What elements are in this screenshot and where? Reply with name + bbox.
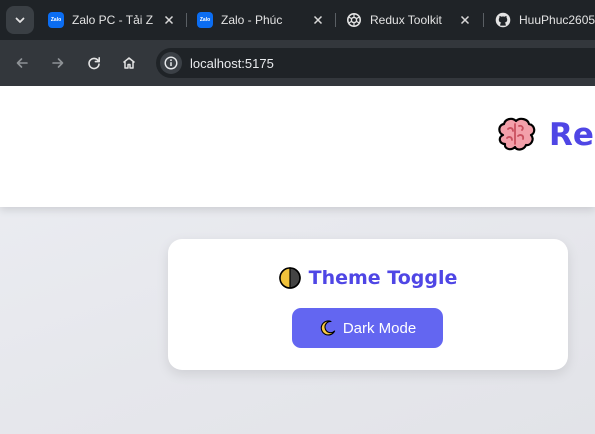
tab-zalo-phuc[interactable]: Zalo Zalo - Phúc (197, 6, 325, 34)
arrow-right-icon (52, 58, 64, 68)
back-button[interactable] (12, 53, 32, 73)
home-icon (123, 57, 135, 69)
tab-github[interactable]: HuuPhuc2605 (495, 6, 595, 34)
dark-mode-button[interactable]: Dark Mode (292, 308, 443, 348)
zalo-icon: Zalo (197, 12, 213, 28)
tab-strip: Zalo Zalo PC - Tải Z Zalo Zalo - Phúc Re… (0, 0, 595, 40)
reload-button[interactable] (84, 53, 104, 73)
crescent-moon-icon (320, 320, 335, 336)
half-moon-icon (278, 267, 301, 289)
tab-title: Zalo - Phúc (221, 13, 283, 27)
tab-separator (186, 13, 187, 27)
openai-icon (346, 12, 362, 28)
browser-window: Zalo Zalo PC - Tải Z Zalo Zalo - Phúc Re… (0, 0, 595, 434)
close-icon[interactable] (311, 13, 325, 27)
tab-title: HuuPhuc2605 (519, 13, 595, 27)
page-viewport: Re Theme Toggle Dark Mode (0, 86, 595, 434)
forward-button[interactable] (48, 53, 68, 73)
tab-separator (483, 13, 484, 27)
app-header: Re (0, 86, 595, 207)
address-url[interactable]: localhost:5175 (190, 56, 274, 71)
home-button[interactable] (119, 53, 139, 73)
close-icon[interactable] (162, 13, 176, 27)
reload-icon (88, 57, 100, 70)
theme-toggle-card: Theme Toggle Dark Mode (168, 239, 568, 370)
chevron-down-icon (15, 17, 25, 23)
site-info-button[interactable] (160, 52, 182, 74)
brain-icon (498, 117, 536, 151)
app-title: Re (549, 117, 594, 153)
zalo-icon: Zalo (48, 12, 64, 28)
tab-title: Zalo PC - Tải Z (72, 13, 154, 27)
card-title: Theme Toggle (308, 267, 458, 289)
info-icon (164, 56, 178, 70)
tab-search-button[interactable] (6, 6, 34, 34)
close-icon[interactable] (458, 13, 472, 27)
tab-title: Redux Toolkit (370, 13, 442, 27)
address-bar[interactable]: localhost:5175 (156, 48, 595, 78)
browser-toolbar: localhost:5175 (0, 40, 595, 86)
tab-redux-toolkit[interactable]: Redux Toolkit (346, 6, 472, 34)
dark-mode-button-label: Dark Mode (342, 319, 417, 337)
arrow-left-icon (16, 58, 28, 68)
tab-zalo-pc[interactable]: Zalo Zalo PC - Tải Z (48, 6, 176, 34)
tab-separator (335, 13, 336, 27)
card-heading: Theme Toggle (168, 267, 568, 289)
app-brand: Re (495, 115, 594, 155)
github-icon (495, 12, 511, 28)
